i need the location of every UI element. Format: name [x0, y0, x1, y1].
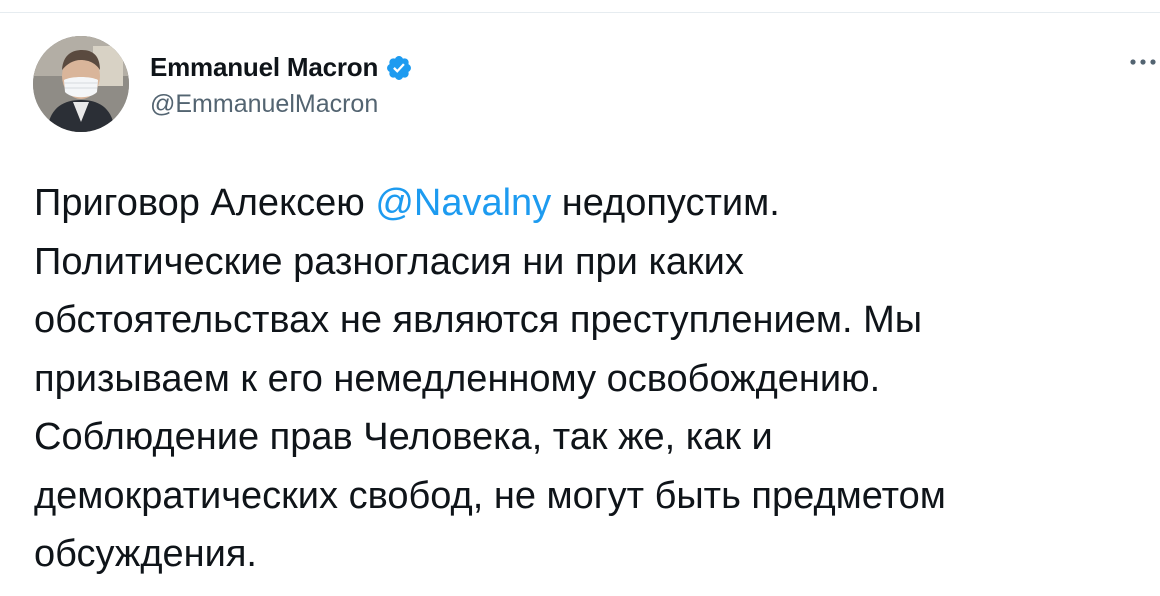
verified-badge-icon	[385, 54, 413, 82]
top-divider	[0, 0, 1160, 13]
author-line: Emmanuel Macron	[150, 52, 413, 83]
mention-link[interactable]: @Navalny	[375, 182, 551, 224]
avatar-photo	[33, 36, 129, 132]
more-horizontal-icon[interactable]	[1128, 54, 1158, 70]
author-handle[interactable]: @EmmanuelMacron	[150, 90, 378, 119]
tweet-text: Приговор Алексею @Navalny недопустим. По…	[34, 174, 1144, 584]
author-display-name[interactable]: Emmanuel Macron	[150, 52, 378, 83]
tweet-text-rest: недопустим. Политические разногласия ни …	[34, 182, 946, 575]
tweet-text-start: Приговор Алексею	[34, 182, 376, 224]
avatar[interactable]	[33, 36, 129, 132]
